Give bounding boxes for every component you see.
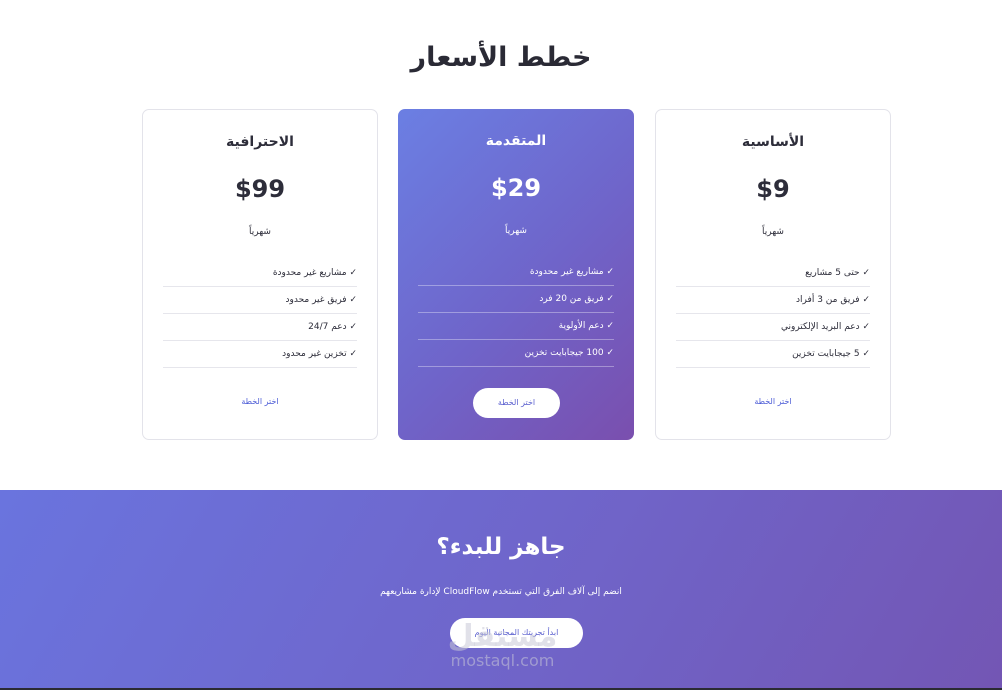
pricing-section: خطط الأسعار الأساسية $9 شهرياً ✓ حتى 5 م…: [0, 0, 1002, 490]
watermark-logo: مستقل mostaql.com: [430, 622, 575, 670]
watermark-arabic: مستقل: [447, 619, 558, 654]
plan-period: شهرياً: [249, 227, 271, 237]
feature-item: ✓ 100 جيجابايت تخزين: [418, 340, 614, 367]
feature-item: ✓ فريق من 3 أفراد: [676, 287, 870, 314]
plan-name: الاحترافية: [226, 134, 294, 150]
plan-name: المتقدمة: [485, 133, 547, 149]
plan-card-basic: الأساسية $9 شهرياً ✓ حتى 5 مشاريع ✓ فريق…: [655, 109, 891, 440]
feature-item: ✓ فريق من 20 فرد: [418, 286, 614, 313]
feature-list: ✓ مشاريع غير محدودة ✓ فريق من 20 فرد ✓ د…: [418, 259, 614, 367]
feature-item: ✓ مشاريع غير محدودة: [163, 260, 357, 287]
feature-item: ✓ دعم الأولوية: [418, 313, 614, 340]
feature-item: ✓ 5 جيجابايت تخزين: [676, 341, 870, 368]
feature-item: ✓ دعم البريد الإلكتروني: [676, 314, 870, 341]
plan-period: شهرياً: [762, 227, 784, 237]
choose-plan-pro-link[interactable]: اختر الخطة: [143, 397, 377, 406]
cta-text: انضم إلى آلاف الفرق التي تستخدم CloudFlo…: [380, 587, 622, 597]
feature-item: ✓ مشاريع غير محدودة: [418, 259, 614, 286]
plan-period: شهرياً: [505, 226, 527, 236]
feature-item: ✓ حتى 5 مشاريع: [676, 260, 870, 287]
plan-card-advanced: المتقدمة $29 شهرياً ✓ مشاريع غير محدودة …: [398, 109, 634, 440]
pricing-title: خطط الأسعار: [410, 42, 592, 73]
feature-item: ✓ تخزين غير محدود: [163, 341, 357, 368]
cta-title: جاهز للبدء؟: [436, 534, 566, 560]
plan-price: $29: [490, 174, 542, 202]
plan-price: $99: [234, 175, 286, 203]
feature-item: ✓ فريق غير محدود: [163, 287, 357, 314]
cta-section: جاهز للبدء؟ انضم إلى آلاف الفرق التي تست…: [0, 490, 1002, 690]
watermark-latin: mostaql.com: [450, 651, 555, 670]
feature-item: ✓ دعم 24/7: [163, 314, 357, 341]
plan-name: الأساسية: [741, 134, 805, 150]
plan-price: $9: [756, 175, 790, 203]
choose-plan-advanced-button[interactable]: اختر الخطة: [473, 388, 560, 418]
plan-card-pro: الاحترافية $99 شهرياً ✓ مشاريع غير محدود…: [142, 109, 378, 440]
feature-list: ✓ حتى 5 مشاريع ✓ فريق من 3 أفراد ✓ دعم ا…: [676, 260, 870, 368]
feature-list: ✓ مشاريع غير محدودة ✓ فريق غير محدود ✓ د…: [163, 260, 357, 368]
choose-plan-basic-link[interactable]: اختر الخطة: [656, 397, 890, 406]
